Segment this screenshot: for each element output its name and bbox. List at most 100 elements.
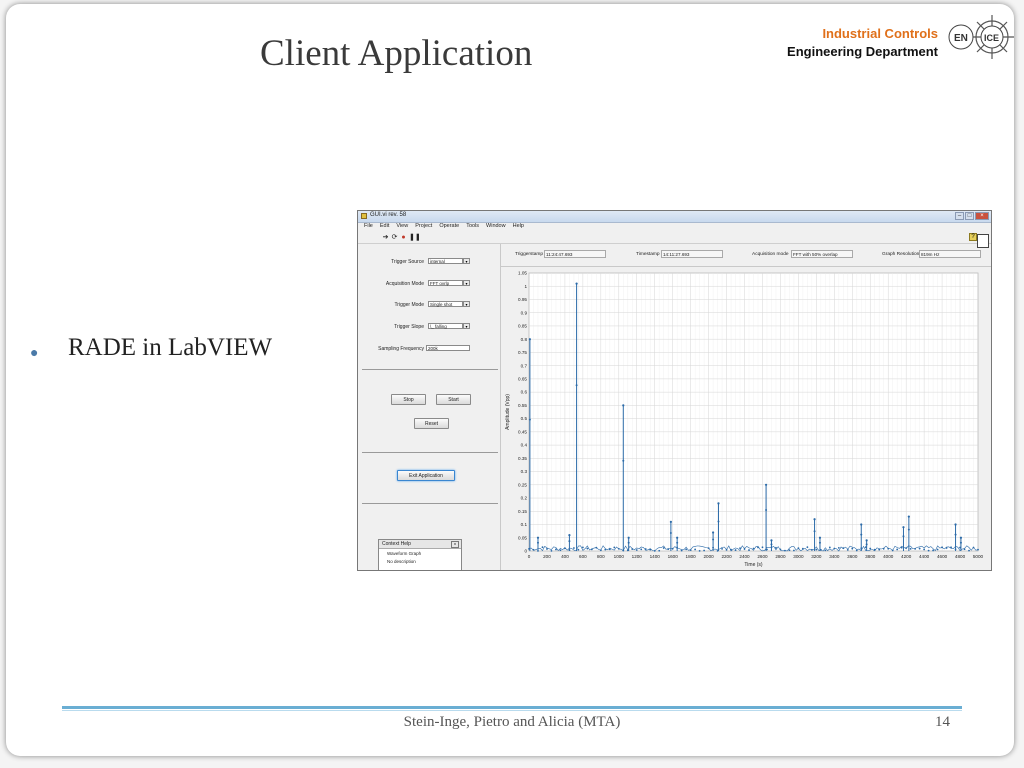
peak-mid-point	[528, 418, 531, 421]
peak-mid-point	[669, 531, 672, 534]
start-button[interactable]: Start	[436, 394, 471, 405]
data-point	[541, 546, 544, 549]
x-tick-label: 200	[543, 554, 551, 559]
menu-window[interactable]: Window	[486, 223, 506, 232]
close-icon[interactable]: ×	[975, 212, 989, 220]
peak-point	[717, 502, 720, 505]
data-point	[815, 548, 818, 551]
data-point	[851, 547, 854, 550]
logo-badge-right: ICE	[984, 33, 999, 43]
menu-view[interactable]: View	[396, 223, 408, 232]
trigger-slope-select[interactable]: \_ falling	[428, 323, 463, 329]
help-icon[interactable]: ?	[969, 233, 977, 241]
x-tick-label: 2600	[757, 554, 768, 559]
data-point	[573, 547, 575, 549]
y-tick-label: 0.7	[521, 363, 528, 368]
data-point	[842, 547, 845, 550]
context-help-window: Context Help x Waveform Graph No descrip…	[378, 539, 462, 570]
menu-tools[interactable]: Tools	[466, 223, 479, 232]
data-point	[846, 549, 849, 551]
minimize-icon[interactable]: –	[955, 212, 964, 220]
menu-operate[interactable]: Operate	[439, 223, 459, 232]
trigger-source-select[interactable]: internal	[428, 258, 463, 264]
peak-point	[528, 338, 531, 341]
x-tick-label: 3800	[865, 554, 876, 559]
context-help-heading: Waveform Graph	[387, 551, 422, 556]
chevron-down-icon[interactable]: ▾	[463, 301, 470, 307]
context-help-title: Context Help	[379, 540, 461, 549]
data-point	[662, 547, 665, 549]
y-tick-label: 0.3	[521, 469, 528, 474]
chevron-down-icon[interactable]: ▾	[463, 323, 470, 329]
data-point	[923, 548, 926, 551]
menu-edit[interactable]: Edit	[380, 223, 389, 232]
peak-point	[627, 536, 630, 539]
x-tick-label: 0	[528, 554, 531, 559]
data-point	[779, 548, 782, 551]
data-point	[963, 548, 966, 551]
chevron-down-icon[interactable]: ▾	[463, 258, 470, 264]
sampling-frequency-input[interactable]: 200k	[426, 345, 470, 351]
y-tick-label: 0.55	[518, 403, 527, 408]
stop-button[interactable]: Stop	[391, 394, 426, 405]
data-point	[739, 547, 741, 549]
reset-button[interactable]: Reset	[414, 418, 449, 429]
y-tick-label: 0.6	[521, 390, 528, 395]
pause-icon[interactable]: ❚❚	[409, 234, 421, 241]
y-tick-label: 1	[524, 284, 527, 289]
window-titlebar[interactable]: GUI.vi rev. 58 – □ ×	[358, 211, 991, 223]
vi-window-icon	[361, 213, 367, 219]
exit-application-button[interactable]: Exit Application	[397, 470, 455, 481]
menu-help[interactable]: Help	[513, 223, 524, 232]
slide-title: Client Application	[260, 33, 533, 74]
en-ice-logo-icon: EN ICE	[948, 15, 1014, 59]
data-point	[882, 547, 885, 550]
maximize-icon[interactable]: □	[965, 212, 974, 220]
peak-mid-point	[865, 543, 868, 546]
menu-project[interactable]: Project	[415, 223, 432, 232]
x-axis-label: Time (s)	[744, 562, 762, 568]
abort-icon[interactable]: ●	[400, 234, 407, 241]
peak-point	[818, 536, 822, 539]
data-point	[810, 549, 813, 551]
data-point	[590, 548, 593, 551]
acquisition-mode-select[interactable]: FFT ovrlp	[428, 280, 463, 286]
data-point	[950, 546, 952, 549]
trigger-mode-select[interactable]: Single shot	[428, 301, 463, 307]
acquisition-mode-label: Acquisition Mode	[385, 281, 424, 287]
x-tick-label: 4000	[883, 554, 894, 559]
close-icon[interactable]: x	[451, 541, 459, 548]
timestamp-value: 14:11:27.693	[661, 250, 723, 258]
run-continuous-icon[interactable]: ⟳	[391, 234, 398, 241]
data-point	[608, 548, 611, 551]
x-tick-label: 2400	[739, 554, 750, 559]
y-tick-label: 1.05	[518, 271, 527, 276]
data-point	[577, 548, 580, 551]
x-tick-label: 5000	[973, 554, 984, 559]
x-tick-label: 3000	[793, 554, 804, 559]
chevron-down-icon[interactable]: ▾	[463, 280, 470, 286]
data-point	[595, 546, 598, 549]
y-tick-label: 0.75	[518, 350, 527, 355]
data-point	[837, 546, 840, 549]
y-tick-label: 0.5	[521, 416, 528, 421]
data-point	[761, 546, 764, 549]
data-point	[689, 549, 692, 552]
data-point	[725, 548, 728, 551]
x-tick-label: 400	[561, 554, 569, 559]
peak-point	[669, 520, 672, 523]
peak-point	[676, 536, 679, 539]
x-tick-label: 3200	[811, 554, 822, 559]
data-point	[752, 547, 755, 550]
y-tick-label: 0.15	[518, 509, 527, 514]
trigger-mode-label: Trigger Mode	[394, 302, 424, 308]
peak-mid-point	[818, 541, 821, 544]
x-tick-label: 2800	[775, 554, 786, 559]
data-point	[801, 547, 804, 550]
run-arrow-icon[interactable]: ➔	[382, 234, 389, 241]
data-point	[932, 549, 934, 552]
peak-point	[954, 523, 957, 526]
data-point	[559, 549, 562, 552]
menu-file[interactable]: File	[364, 223, 373, 232]
y-tick-label: 0.2	[521, 496, 528, 501]
